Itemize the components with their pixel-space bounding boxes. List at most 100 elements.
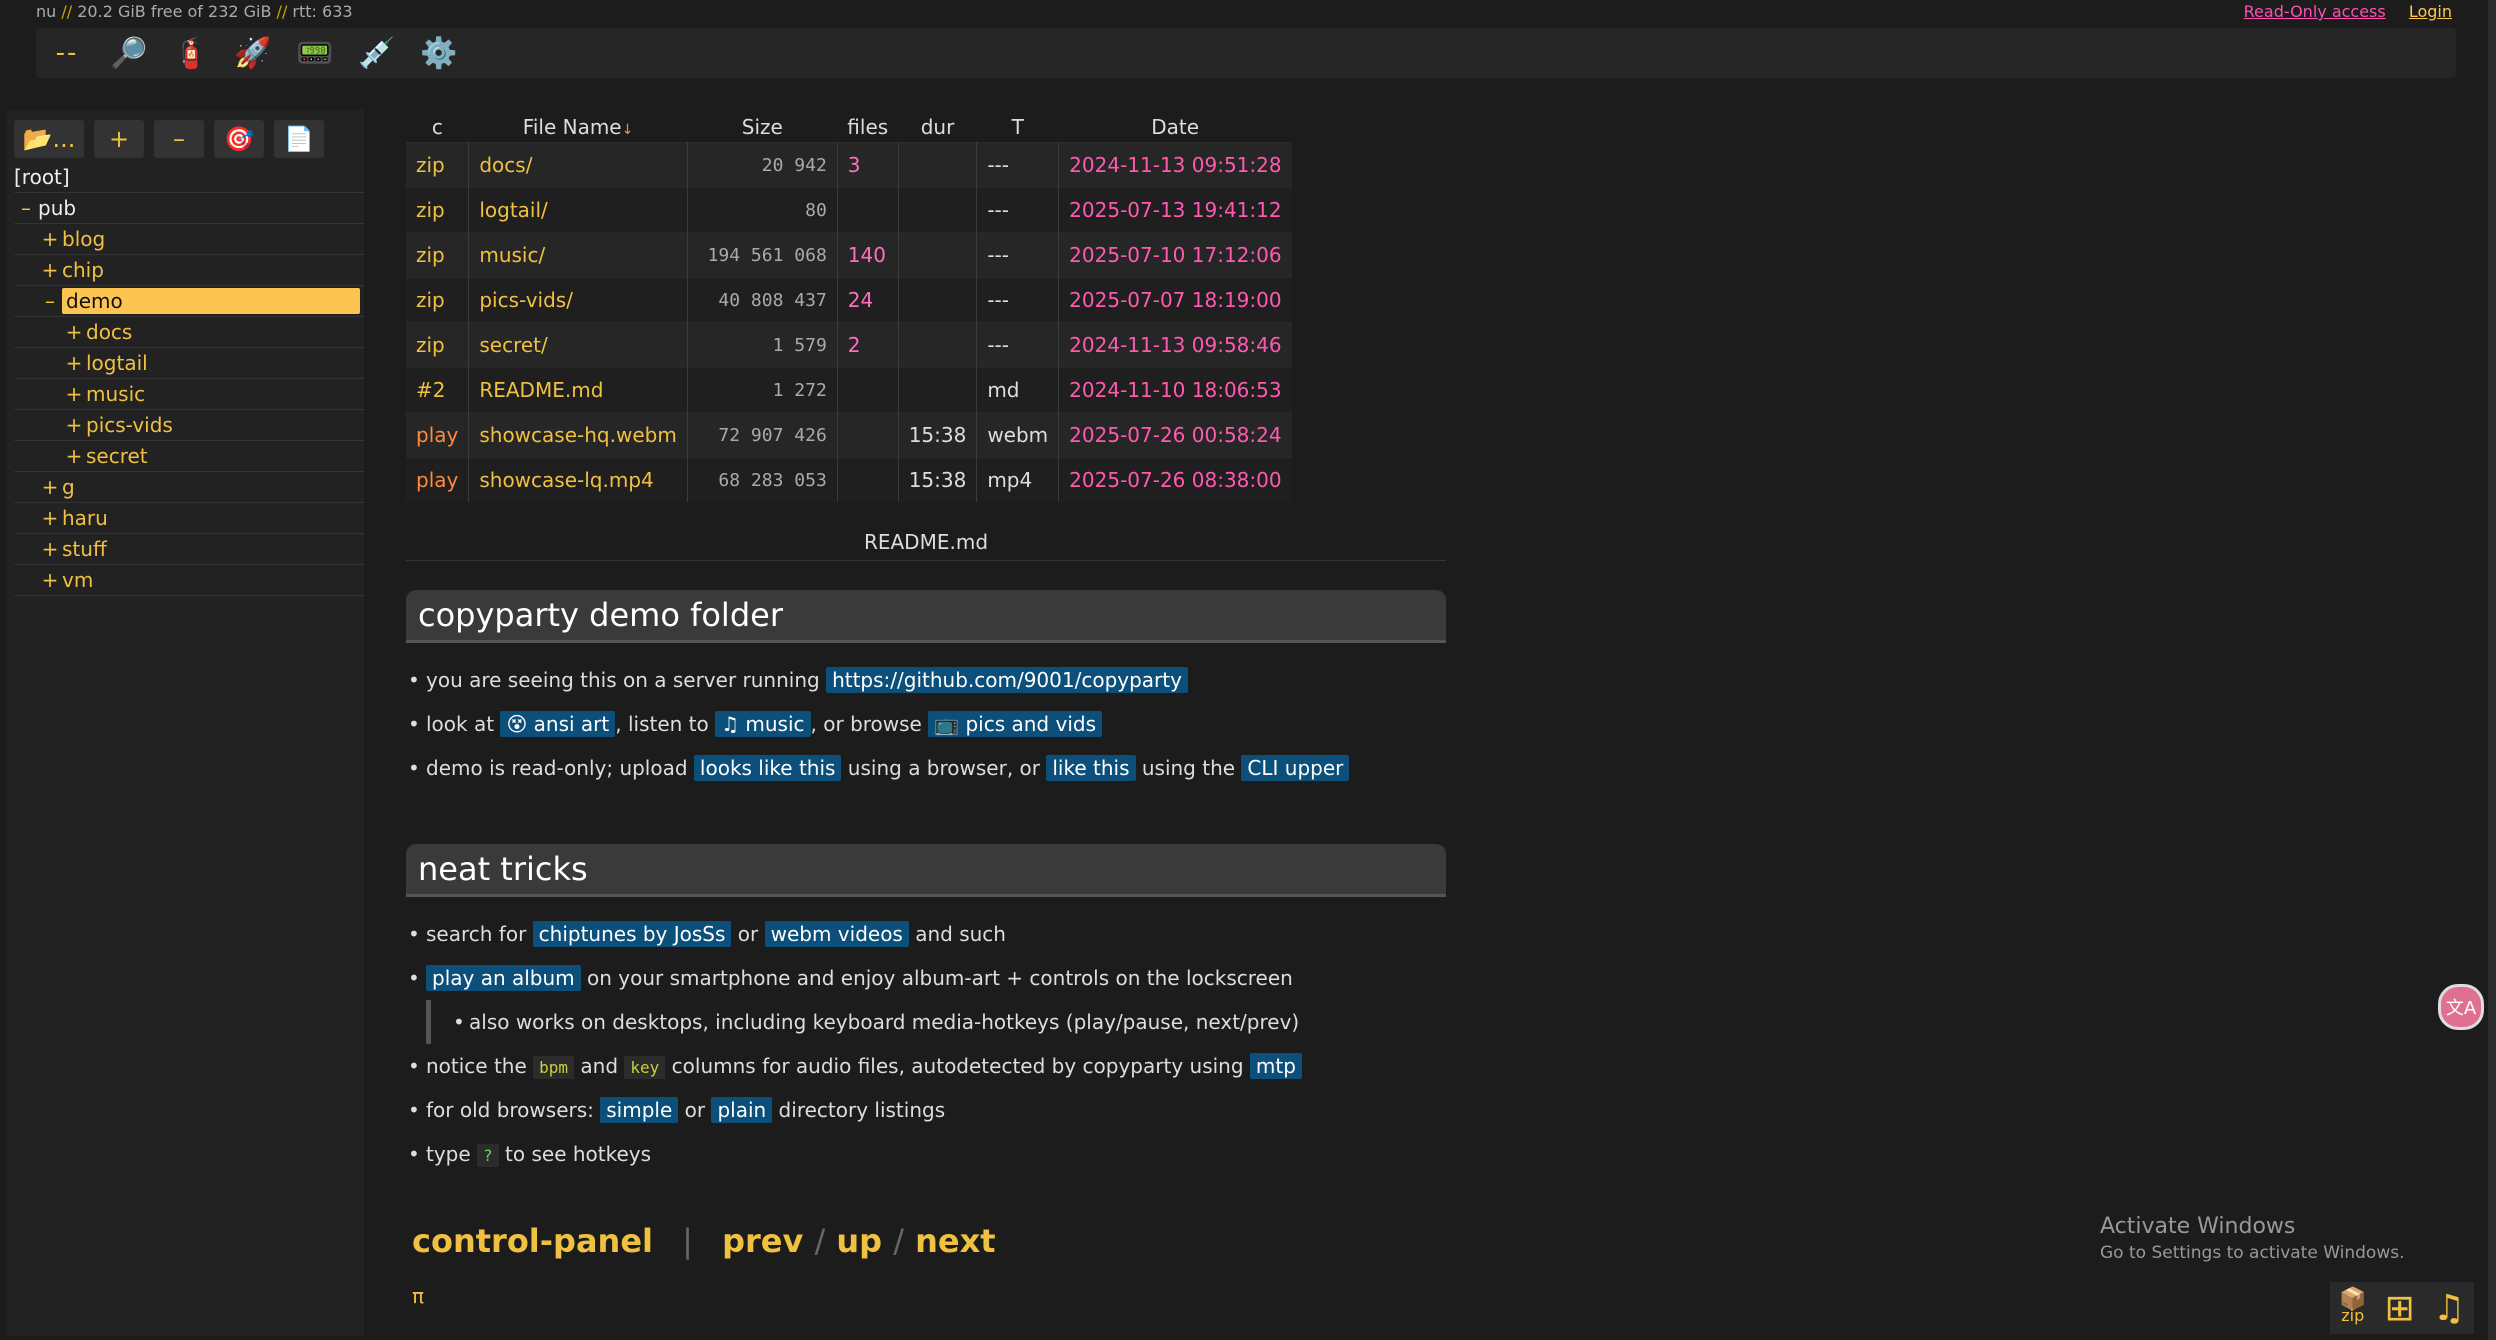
table-row[interactable]: zip pics-vids/40 808 437 24 --- 2025-07-07 1… [406,277,1292,323]
col-date[interactable]: Date [1059,112,1292,143]
row-action-link[interactable]: play [406,412,470,458]
control-panel-link[interactable]: control-panel [412,1222,653,1260]
next-link[interactable]: next [915,1222,995,1260]
folder-icon[interactable]: 📂... [14,120,84,158]
chiptunes-link[interactable]: chiptunes by JosSs [532,921,732,947]
like-this-link[interactable]: like this [1046,755,1136,781]
col-type[interactable]: T [977,112,1059,143]
row-action-link[interactable]: zip [406,187,470,233]
file-name-link[interactable]: pics-vids/ [468,277,688,323]
prev-link[interactable]: prev [722,1222,803,1260]
row-action-link[interactable]: zip [406,277,470,323]
webm-videos-link[interactable]: webm videos [764,921,909,947]
page-icon[interactable]: 📄 [274,120,324,158]
translate-icon[interactable]: 文A [2438,984,2484,1030]
col-c[interactable]: c [406,112,469,143]
pics-vids-link[interactable]: 📺 pics and vids [928,711,1102,737]
row-action-link[interactable]: zip [406,322,470,368]
file-name-link[interactable]: showcase-hq.webm [468,412,688,458]
expand-icon[interactable]: + [38,534,62,564]
cli-upper-link[interactable]: CLI upper [1241,755,1350,781]
table-row[interactable]: zip music/194 561 068 140 --- 2025-07-10 17:… [406,232,1292,278]
expand-icon[interactable]: + [38,224,62,254]
row-action-link[interactable]: play [406,457,470,502]
tree-item-blog[interactable]: + blog [14,224,364,255]
table-row[interactable]: #2 README.md 1 272 md 2024-11-10 18:06:53 [406,367,1292,413]
file-name-link[interactable]: secret/ [468,322,688,368]
syringe-icon[interactable]: 💉 [346,28,408,78]
tree-item-haru[interactable]: + haru [14,503,364,534]
rocket-icon[interactable]: 🚀 [222,28,284,78]
readme-heading-2: neat tricks [406,844,1446,897]
tree-item-pub[interactable]: – pub [14,193,364,224]
table-row[interactable]: play showcase-lq.mp4 68 283 053 15:38 mp4 202… [406,457,1292,502]
tree-item-music[interactable]: + music [14,379,364,410]
extinguisher-icon[interactable]: 🧯 [160,28,222,78]
expand-icon[interactable]: + [62,379,86,409]
table-row[interactable]: zip secret/1 579 2 --- 2024-11-13 09:58:46 [406,322,1292,368]
collapse-button[interactable]: – [154,120,204,158]
page-scrollbar[interactable] [2488,0,2496,1340]
table-row[interactable]: play showcase-hq.webm 72 907 426 15:38 webm 2… [406,412,1292,458]
expand-icon[interactable]: + [38,503,62,533]
col-dur[interactable]: dur [898,112,977,143]
simple-link[interactable]: simple [600,1097,679,1123]
plain-link[interactable]: plain [711,1097,773,1123]
expand-icon[interactable]: + [62,410,86,440]
file-name-link[interactable]: README.md [468,367,688,413]
ansi-art-link[interactable]: 😵 ansi art [500,711,616,737]
zip-widget[interactable]: 📦 zip [2339,1289,2366,1324]
up-link[interactable]: up [836,1222,882,1260]
file-name-link[interactable]: music/ [468,232,688,278]
music-link[interactable]: ♫ music [715,711,811,737]
row-action-link[interactable]: #2 [406,367,470,413]
expand-icon[interactable]: + [62,348,86,378]
play-album-link[interactable]: play an album [426,965,581,991]
status-sep: // [276,2,288,21]
mtp-link[interactable]: mtp [1249,1053,1302,1079]
screen-icon[interactable]: 📟 [284,28,346,78]
dash-icon[interactable]: -- [36,28,98,78]
col-size[interactable]: Size [687,112,837,143]
expand-icon[interactable]: + [38,255,62,285]
search-icon[interactable]: 🔎 [98,28,160,78]
looks-like-this-link[interactable]: looks like this [693,755,842,781]
expand-icon[interactable]: + [62,441,86,471]
expand-icon[interactable]: + [38,565,62,595]
target-icon[interactable]: 🎯 [214,120,264,158]
collapse-icon[interactable]: – [38,286,62,316]
tree-item-chip[interactable]: + chip [14,255,364,286]
expand-icon[interactable]: + [38,472,62,502]
table-row[interactable]: zip logtail/80 --- 2025-07-13 19:41:12 [406,187,1292,233]
nav-divider: | [682,1222,693,1260]
github-link[interactable]: https://github.com/9001/copyparty [826,667,1188,693]
grid-icon[interactable]: ⊞ [2384,1288,2414,1329]
table-row[interactable]: zip docs/20 942 3 --- 2024-11-13 09:51:28 [406,142,1292,188]
list-item: you are seeing this on a server running … [406,658,1349,702]
tree-item-demo[interactable]: – demo [14,286,364,317]
col-filename[interactable]: File Name↓ [469,112,687,143]
music-note-icon[interactable]: ♫ [2433,1288,2465,1329]
gear-icon[interactable]: ⚙️ [408,28,470,78]
tree-item-vm[interactable]: + vm [14,565,364,596]
tree-item-secret[interactable]: + secret [14,441,364,472]
tree-item-logtail[interactable]: + logtail [14,348,364,379]
login-link[interactable]: Login [2409,2,2452,21]
tree-item-g[interactable]: + g [14,472,364,503]
row-action-link[interactable]: zip [406,232,470,278]
tree-item-pics-vids[interactable]: + pics-vids [14,410,364,441]
tree-label: secret [86,444,148,468]
file-name-link[interactable]: docs/ [468,142,688,188]
col-files[interactable]: files [837,112,898,143]
tree-item-stuff[interactable]: + stuff [14,534,364,565]
collapse-icon[interactable]: – [14,193,38,223]
tree-item-docs[interactable]: + docs [14,317,364,348]
expand-button[interactable]: + [94,120,144,158]
row-action-link[interactable]: zip [406,142,470,188]
read-only-link[interactable]: Read-Only access [2244,2,2386,21]
expand-icon[interactable]: + [62,317,86,347]
pi-link[interactable]: π [412,1284,424,1308]
file-name-link[interactable]: logtail/ [468,187,688,233]
file-name-link[interactable]: showcase-lq.mp4 [468,457,688,502]
tree-item-root[interactable]: [root] [14,162,364,193]
